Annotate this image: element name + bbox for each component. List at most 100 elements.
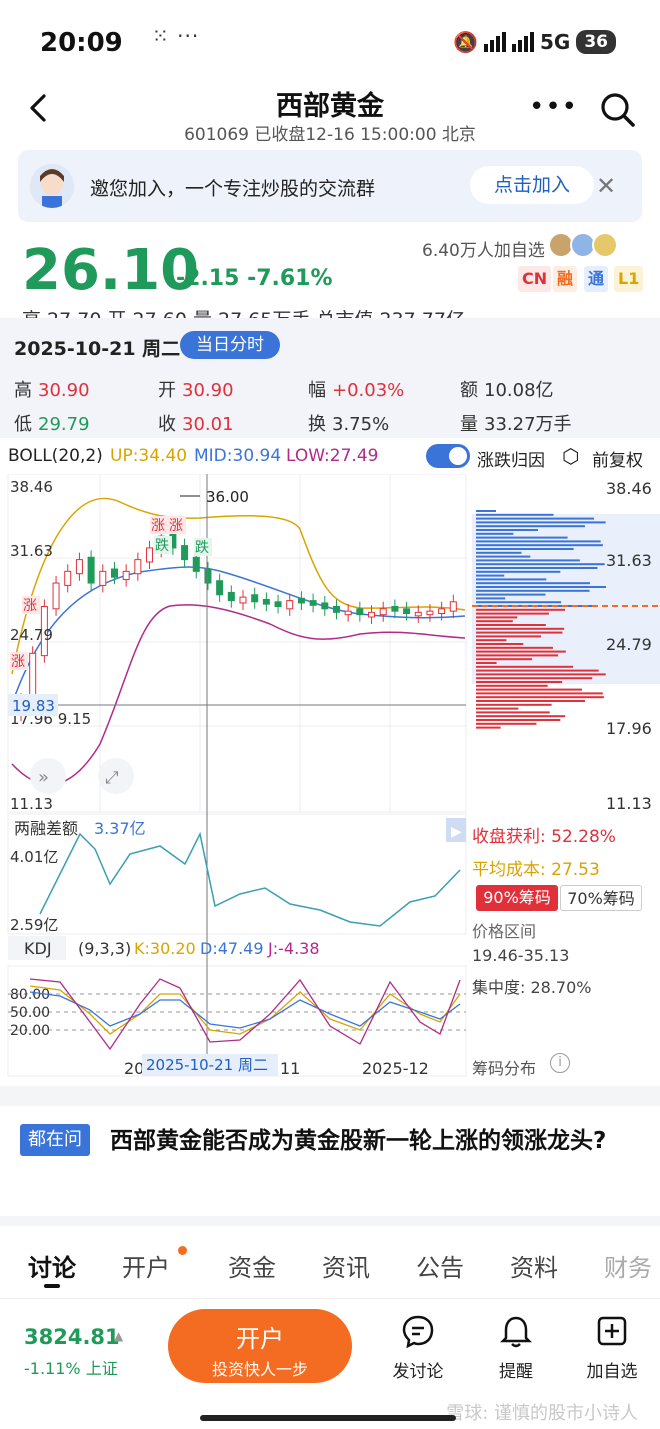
index-change: -1.11% 上证 — [24, 1359, 118, 1378]
chip-bar — [476, 703, 552, 706]
more-icon[interactable]: ••• — [529, 92, 578, 122]
home-indicator[interactable] — [200, 1415, 456, 1421]
alert-button[interactable]: 提醒 — [476, 1313, 556, 1382]
stat-turnover: 换 3.75% — [308, 414, 390, 435]
info-icon[interactable]: i — [550, 1053, 570, 1073]
chip-bar — [476, 692, 603, 695]
post-discussion-button[interactable]: 发讨论 — [378, 1313, 458, 1382]
chip-dist-label: 筹码分布 — [472, 1059, 537, 1078]
tag-l1[interactable]: L1 — [614, 266, 644, 292]
tab-profile[interactable]: 资料 — [510, 1248, 558, 1283]
add-watchlist-button[interactable]: 加自选 — [572, 1313, 652, 1382]
chip-bar — [476, 521, 606, 524]
candle-body — [251, 594, 259, 603]
kdj-level: 20.00 — [10, 1023, 50, 1039]
section-gap — [0, 1086, 660, 1106]
hot-question-card[interactable]: 西部黄金能否成为黄金股新一轮上涨的领涨龙头? 都在问 — [0, 1106, 660, 1214]
search-icon[interactable] — [598, 90, 638, 130]
tab-financials[interactable]: 财务 — [604, 1248, 660, 1283]
bell-icon — [499, 1316, 533, 1348]
candle-body — [368, 611, 376, 618]
chip-bar — [476, 597, 506, 600]
y-tick-left: 24.79 — [10, 626, 53, 644]
tab-announcements[interactable]: 公告 — [416, 1248, 464, 1283]
chip-range-label: 价格区间 — [472, 922, 537, 941]
chip-bar — [476, 559, 580, 562]
double-chevron-icon: » — [38, 767, 49, 788]
chip-bar — [476, 570, 561, 573]
kdj-params: (9,3,3) — [78, 939, 131, 958]
intraday-button[interactable]: 当日分时 — [180, 331, 280, 359]
candle-body — [309, 600, 317, 606]
chip-bar — [476, 517, 595, 520]
y-tick-right: 17.96 — [606, 719, 652, 738]
candle-body — [414, 611, 422, 617]
chip-bar — [476, 601, 562, 604]
candle-body — [379, 608, 387, 616]
chip-bar — [476, 684, 548, 687]
tab-discussion[interactable]: 讨论 — [28, 1248, 76, 1283]
chip-bar — [476, 719, 561, 721]
tab-account[interactable]: 开户 — [122, 1248, 170, 1283]
question-text[interactable]: 西部黄金能否成为黄金股新一轮上涨的领涨龙头? — [22, 1124, 638, 1158]
chip-bar — [476, 574, 505, 577]
banner-text: 邀您加入，一个专注炒股的交流群 — [90, 178, 376, 200]
chip-bar — [476, 681, 563, 683]
candle-body — [122, 570, 130, 581]
chip-bar — [476, 662, 497, 664]
candle-body — [204, 568, 212, 584]
boll-label[interactable]: BOLL(20,2) — [8, 446, 103, 466]
chip-bar — [476, 715, 566, 718]
chip-bar — [476, 722, 537, 725]
assistant-avatar — [30, 164, 74, 208]
stat-amount: 额 10.08亿 — [460, 380, 554, 401]
boll-up: UP:34.40 — [110, 446, 188, 466]
status-notification-dots: ⁙ ··· — [152, 24, 200, 48]
chip-bar — [476, 532, 514, 535]
open-account-button[interactable]: 开户 投资快人一步 — [168, 1309, 352, 1383]
chip-bar — [476, 510, 496, 512]
chip-bar — [476, 544, 603, 547]
boll-middle — [11, 566, 466, 705]
candle-body — [216, 580, 224, 596]
alert-label: 提醒 — [499, 1362, 533, 1382]
chip-bar — [476, 654, 559, 657]
signal-icon — [483, 32, 506, 52]
watermark: 雪球: 谨慎的股市小诗人 — [446, 1403, 638, 1424]
chip-bar — [476, 555, 531, 558]
max-label: 36.00 — [206, 488, 249, 506]
chip-bar — [476, 669, 599, 672]
kdj-level: 80.00 — [10, 987, 50, 1003]
chip-70-tab[interactable]: 70%筹码 — [560, 885, 642, 911]
index-value[interactable]: 3824.81 — [24, 1325, 120, 1349]
stat-close: 收 30.01 — [158, 414, 234, 435]
tab-funds[interactable]: 资金 — [228, 1248, 276, 1283]
network-type: 5G — [539, 30, 571, 54]
open-account-title: 开户 — [236, 1325, 284, 1353]
tag-connect[interactable]: 通 — [584, 266, 609, 292]
x-label: 11 — [280, 1059, 300, 1078]
chip-bar — [476, 677, 593, 680]
adjust-icon[interactable]: ⬡ — [562, 444, 579, 468]
tab-news[interactable]: 资讯 — [322, 1248, 370, 1283]
y-tick-right: 38.46 — [606, 479, 652, 498]
chip-bar — [476, 673, 606, 676]
candle-body — [274, 601, 282, 607]
boll-low: LOW:27.49 — [286, 446, 379, 466]
close-icon[interactable]: ✕ — [596, 172, 616, 200]
tag-margin[interactable]: 融 — [553, 266, 578, 292]
current-price: 26.10 — [22, 238, 200, 303]
bottom-action-bar: 3824.81 ▲ -1.11% 上证 开户 投资快人一步 发讨论 提醒 加自选… — [0, 1298, 660, 1429]
attribution-toggle[interactable] — [426, 444, 470, 468]
margin-high: 4.01亿 — [10, 848, 58, 866]
adjust-label[interactable]: 前复权 — [592, 446, 643, 471]
candle-body — [146, 547, 154, 563]
chip-90-tab[interactable]: 90%筹码 — [476, 885, 558, 911]
tag-cn[interactable]: CN — [518, 266, 552, 292]
candle-body — [192, 556, 200, 572]
x-label: 20 — [124, 1059, 144, 1078]
event-badges: 涨 涨 跌 跌 涨 涨 — [10, 516, 212, 670]
status-indicators: 🔕 5G 36 — [453, 30, 616, 54]
join-button[interactable]: 点击加入 — [470, 166, 594, 204]
boll-lower — [11, 604, 466, 786]
